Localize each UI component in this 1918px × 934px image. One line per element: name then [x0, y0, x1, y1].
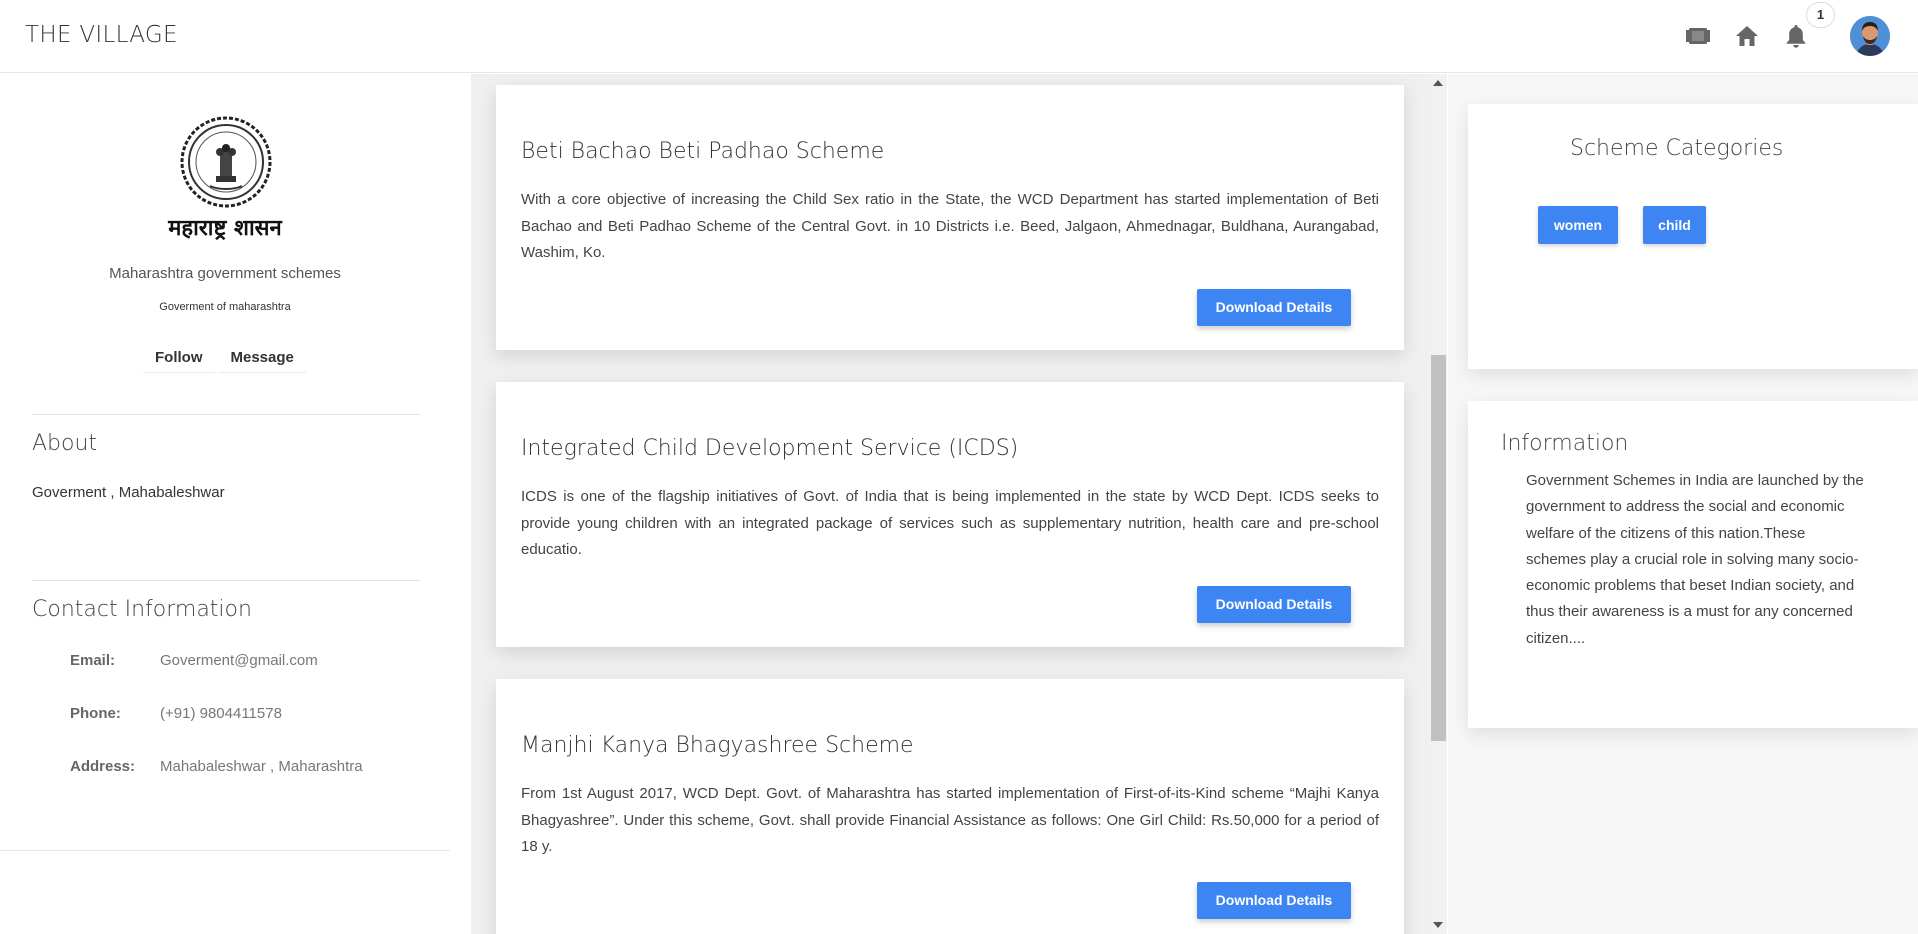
profile-title: Maharashtra government schemes	[109, 265, 341, 282]
category-tag-women[interactable]: women	[1538, 206, 1618, 244]
download-details-button[interactable]: Download Details	[1197, 586, 1351, 623]
contact-label: Address:	[70, 758, 136, 775]
divider	[0, 850, 450, 851]
about-heading: About	[32, 431, 98, 456]
scheme-description: From 1st August 2017, WCD Dept. Govt. of…	[521, 785, 1379, 855]
home-icon[interactable]	[1733, 22, 1761, 50]
contact-address-value: Mahabaleshwar , Maharashtra	[160, 758, 363, 775]
bell-icon[interactable]	[1782, 22, 1810, 50]
about-text: Goverment , Mahabaleshwar	[32, 484, 225, 501]
divider	[32, 580, 420, 581]
contact-label: Email:	[70, 652, 116, 669]
scheme-title: Manjhi Kanya Bhagyashree Scheme	[521, 733, 914, 758]
maharashtra-emblem-logo	[180, 116, 272, 208]
right-sidebar: Scheme Categories women child Informatio…	[1448, 74, 1918, 934]
contact-address-row: Address: Mahabaleshwar , Maharashtra	[70, 758, 363, 775]
scheme-card: Beti Bachao Beti Padhao Scheme With a co…	[496, 85, 1404, 350]
scheme-title: Integrated Child Development Service (IC…	[521, 436, 1019, 461]
message-button[interactable]: Message	[218, 343, 306, 373]
profile-subtitle: Goverment of maharashtra	[159, 301, 291, 313]
download-details-button[interactable]: Download Details	[1197, 289, 1351, 326]
scroll-up-arrow-icon[interactable]	[1433, 80, 1443, 86]
film-icon[interactable]	[1684, 22, 1712, 50]
scheme-feed[interactable]: Beti Bachao Beti Padhao Scheme With a co…	[471, 74, 1447, 934]
contact-label: Phone:	[70, 705, 121, 722]
brand-title[interactable]: THE VILLAGE	[25, 22, 178, 48]
scheme-description: ICDS is one of the flagship initiatives …	[521, 488, 1379, 558]
top-navbar: THE VILLAGE 1	[0, 0, 1918, 73]
contact-phone-value[interactable]: (+91) 9804411578	[160, 705, 282, 722]
information-text: Government Schemes in India are launched…	[1526, 472, 1864, 647]
scheme-categories-card: Scheme Categories women child	[1468, 104, 1918, 369]
notification-badge[interactable]: 1	[1806, 2, 1835, 28]
scheme-card: Integrated Child Development Service (IC…	[496, 382, 1404, 647]
category-tag-child[interactable]: child	[1643, 206, 1706, 244]
follow-button[interactable]: Follow	[143, 343, 215, 373]
scheme-title: Beti Bachao Beti Padhao Scheme	[521, 139, 885, 164]
information-heading: Information	[1501, 431, 1629, 456]
contact-phone-row: Phone: (+91) 9804411578	[70, 705, 282, 722]
contact-email-row: Email: Goverment@gmail.com	[70, 652, 318, 669]
categories-heading: Scheme Categories	[1570, 136, 1784, 161]
scroll-down-arrow-icon[interactable]	[1433, 922, 1443, 928]
scheme-card: Manjhi Kanya Bhagyashree Scheme From 1st…	[496, 679, 1404, 934]
download-details-button[interactable]: Download Details	[1197, 882, 1351, 919]
scheme-description: With a core objective of increasing the …	[521, 191, 1379, 261]
contact-email-value[interactable]: Goverment@gmail.com	[160, 652, 318, 669]
divider	[32, 414, 420, 415]
emblem-caption: महाराष्ट्र शासन	[168, 216, 282, 241]
avatar[interactable]	[1850, 16, 1890, 56]
contact-heading: Contact Information	[32, 597, 252, 622]
scrollbar-thumb[interactable]	[1431, 355, 1446, 741]
profile-panel: महाराष्ट्र शासन Maharashtra government s…	[0, 74, 450, 934]
information-card: Information Government Schemes in India …	[1468, 401, 1918, 728]
